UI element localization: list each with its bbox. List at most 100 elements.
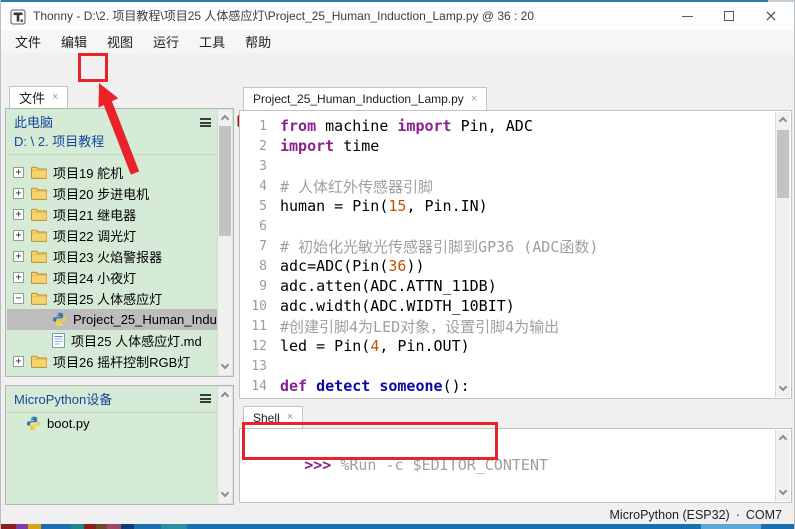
- tree-item-label: 项目26 摇杆控制RGB灯: [53, 352, 190, 371]
- tree-item-folder[interactable]: +项目23 火焰警报器: [7, 246, 217, 267]
- code-area: 1from machine import Pin, ADC2import tim…: [240, 116, 774, 396]
- files-scrollbar[interactable]: [217, 110, 232, 375]
- tree-item-file[interactable]: 项目25 人体感应灯.md: [7, 330, 217, 351]
- tab-close-icon[interactable]: ×: [52, 92, 58, 103]
- code-line: 7# 初始化光敏光传感器引脚到GP36 (ADC函数): [240, 236, 774, 256]
- tab-files[interactable]: 文件 ×: [9, 86, 68, 108]
- code-line: 10adc.width(ADC.WIDTH_10BIT): [240, 296, 774, 316]
- menu-item-4[interactable]: 工具: [189, 30, 235, 53]
- statusbar: MicroPython (ESP32) · COM7: [1, 505, 795, 524]
- folder-icon: [31, 271, 47, 284]
- statusbar-backend[interactable]: MicroPython (ESP32): [610, 508, 730, 522]
- scroll-down-icon[interactable]: [778, 383, 789, 395]
- code-text: from machine import Pin, ADC: [280, 117, 533, 135]
- code-line: 5human = Pin(15, Pin.IN): [240, 196, 774, 216]
- code-line: 3: [240, 156, 774, 176]
- tree-item-folder[interactable]: +项目20 步进电机: [7, 183, 217, 204]
- menu-item-5[interactable]: 帮助: [235, 30, 281, 53]
- minimize-icon: [682, 16, 693, 17]
- code-line: 1from machine import Pin, ADC: [240, 116, 774, 136]
- code-editor[interactable]: 1from machine import Pin, ADC2import tim…: [239, 110, 792, 399]
- tree-item-folder[interactable]: +项目21 继电器: [7, 204, 217, 225]
- code-text: #创建引脚4为LED对象，设置引脚4为输出: [280, 316, 559, 337]
- device-tree: boot.py: [7, 413, 217, 434]
- expand-icon[interactable]: +: [13, 167, 24, 178]
- titlebar: Thonny - D:\2. 项目教程\项目25 人体感应灯\Project_2…: [1, 2, 795, 30]
- files-tree: +项目19 舵机+项目20 步进电机+项目21 继电器+项目22 调光灯+项目2…: [7, 162, 217, 372]
- code-text: human = Pin(15, Pin.IN): [280, 197, 488, 215]
- maximize-button[interactable]: [708, 2, 750, 30]
- tab-editor-label: Project_25_Human_Induction_Lamp.py: [253, 92, 464, 106]
- statusbar-separator: ·: [736, 508, 740, 522]
- line-number: 13: [240, 359, 280, 374]
- code-text: import time: [280, 137, 379, 155]
- editor-scrollbar[interactable]: [775, 112, 790, 397]
- line-number: 6: [240, 219, 280, 234]
- minimize-button[interactable]: [666, 2, 708, 30]
- scroll-down-icon[interactable]: [220, 489, 231, 501]
- device-item-file[interactable]: boot.py: [7, 413, 217, 434]
- shell-scrollbar[interactable]: [775, 430, 790, 501]
- tab-files-label: 文件: [19, 88, 45, 107]
- scroll-up-icon[interactable]: [220, 112, 231, 124]
- taskbar-sliver: [1, 524, 795, 529]
- scroll-up-icon[interactable]: [778, 114, 789, 126]
- scroll-down-icon[interactable]: [778, 487, 789, 499]
- window-title: Thonny - D:\2. 项目教程\项目25 人体感应灯\Project_2…: [33, 2, 534, 30]
- code-text: adc.atten(ADC.ATTN_11DB): [280, 277, 497, 295]
- window-controls: ×: [666, 2, 792, 30]
- device-scrollbar[interactable]: [217, 387, 232, 503]
- tab-close-icon[interactable]: ×: [471, 94, 477, 105]
- statusbar-port[interactable]: COM7: [746, 508, 782, 522]
- expand-icon[interactable]: +: [13, 209, 24, 220]
- folder-icon: [31, 292, 47, 305]
- scrollbar-thumb[interactable]: [777, 130, 789, 198]
- tree-item-file[interactable]: Project_25_Human_Inducti: [7, 309, 217, 330]
- tree-item-label: 项目25 人体感应灯.md: [71, 331, 202, 350]
- folder-icon: [31, 229, 47, 242]
- tree-item-label: 项目24 小夜灯: [53, 268, 136, 287]
- annotation-box-shell: [242, 422, 498, 460]
- code-line: 9adc.atten(ADC.ATTN_11DB): [240, 276, 774, 296]
- line-number: 4: [240, 179, 280, 194]
- line-number: 9: [240, 279, 280, 294]
- files-panel-menu-icon[interactable]: [200, 118, 211, 127]
- md-icon: [52, 333, 65, 348]
- thonny-window: Thonny - D:\2. 项目教程\项目25 人体感应灯\Project_2…: [0, 0, 795, 529]
- collapse-icon[interactable]: −: [13, 293, 24, 304]
- line-number: 7: [240, 239, 280, 254]
- python-icon: [52, 312, 67, 327]
- line-number: 10: [240, 299, 280, 314]
- code-text: # 人体红外传感器引脚: [280, 176, 433, 197]
- maximize-icon: [724, 11, 734, 21]
- line-number: 8: [240, 259, 280, 274]
- tree-item-folder[interactable]: − 项目25 人体感应灯: [7, 288, 217, 309]
- menu-item-0[interactable]: 文件: [5, 30, 51, 53]
- folder-icon: [31, 250, 47, 263]
- device-panel-header: MicroPython设备: [6, 386, 233, 413]
- line-number: 5: [240, 199, 280, 214]
- tree-item-folder[interactable]: + 项目26 摇杆控制RGB灯: [7, 351, 217, 372]
- close-button[interactable]: ×: [750, 2, 792, 30]
- expand-icon[interactable]: +: [13, 188, 24, 199]
- line-number: 3: [240, 159, 280, 174]
- code-line: 4# 人体红外传感器引脚: [240, 176, 774, 196]
- expand-icon[interactable]: +: [13, 230, 24, 241]
- expand-icon[interactable]: +: [13, 251, 24, 262]
- code-line: 6: [240, 216, 774, 236]
- tree-item-folder[interactable]: +项目22 调光灯: [7, 225, 217, 246]
- expand-icon[interactable]: +: [13, 272, 24, 283]
- menu-item-3[interactable]: 运行: [143, 30, 189, 53]
- scroll-up-icon[interactable]: [778, 432, 789, 444]
- folder-icon: [31, 187, 47, 200]
- scroll-down-icon[interactable]: [220, 361, 231, 373]
- device-panel-menu-icon[interactable]: [200, 394, 211, 403]
- expand-icon[interactable]: +: [13, 356, 24, 367]
- tab-editor-file[interactable]: Project_25_Human_Induction_Lamp.py ×: [243, 87, 487, 110]
- tree-item-folder[interactable]: + 项目24 小夜灯: [7, 267, 217, 288]
- scroll-up-icon[interactable]: [220, 389, 231, 401]
- menu-item-2[interactable]: 视图: [97, 30, 143, 53]
- scrollbar-thumb[interactable]: [219, 126, 231, 236]
- tree-item-label: 项目25 人体感应灯: [53, 289, 162, 308]
- menu-item-1[interactable]: 编辑: [51, 30, 97, 53]
